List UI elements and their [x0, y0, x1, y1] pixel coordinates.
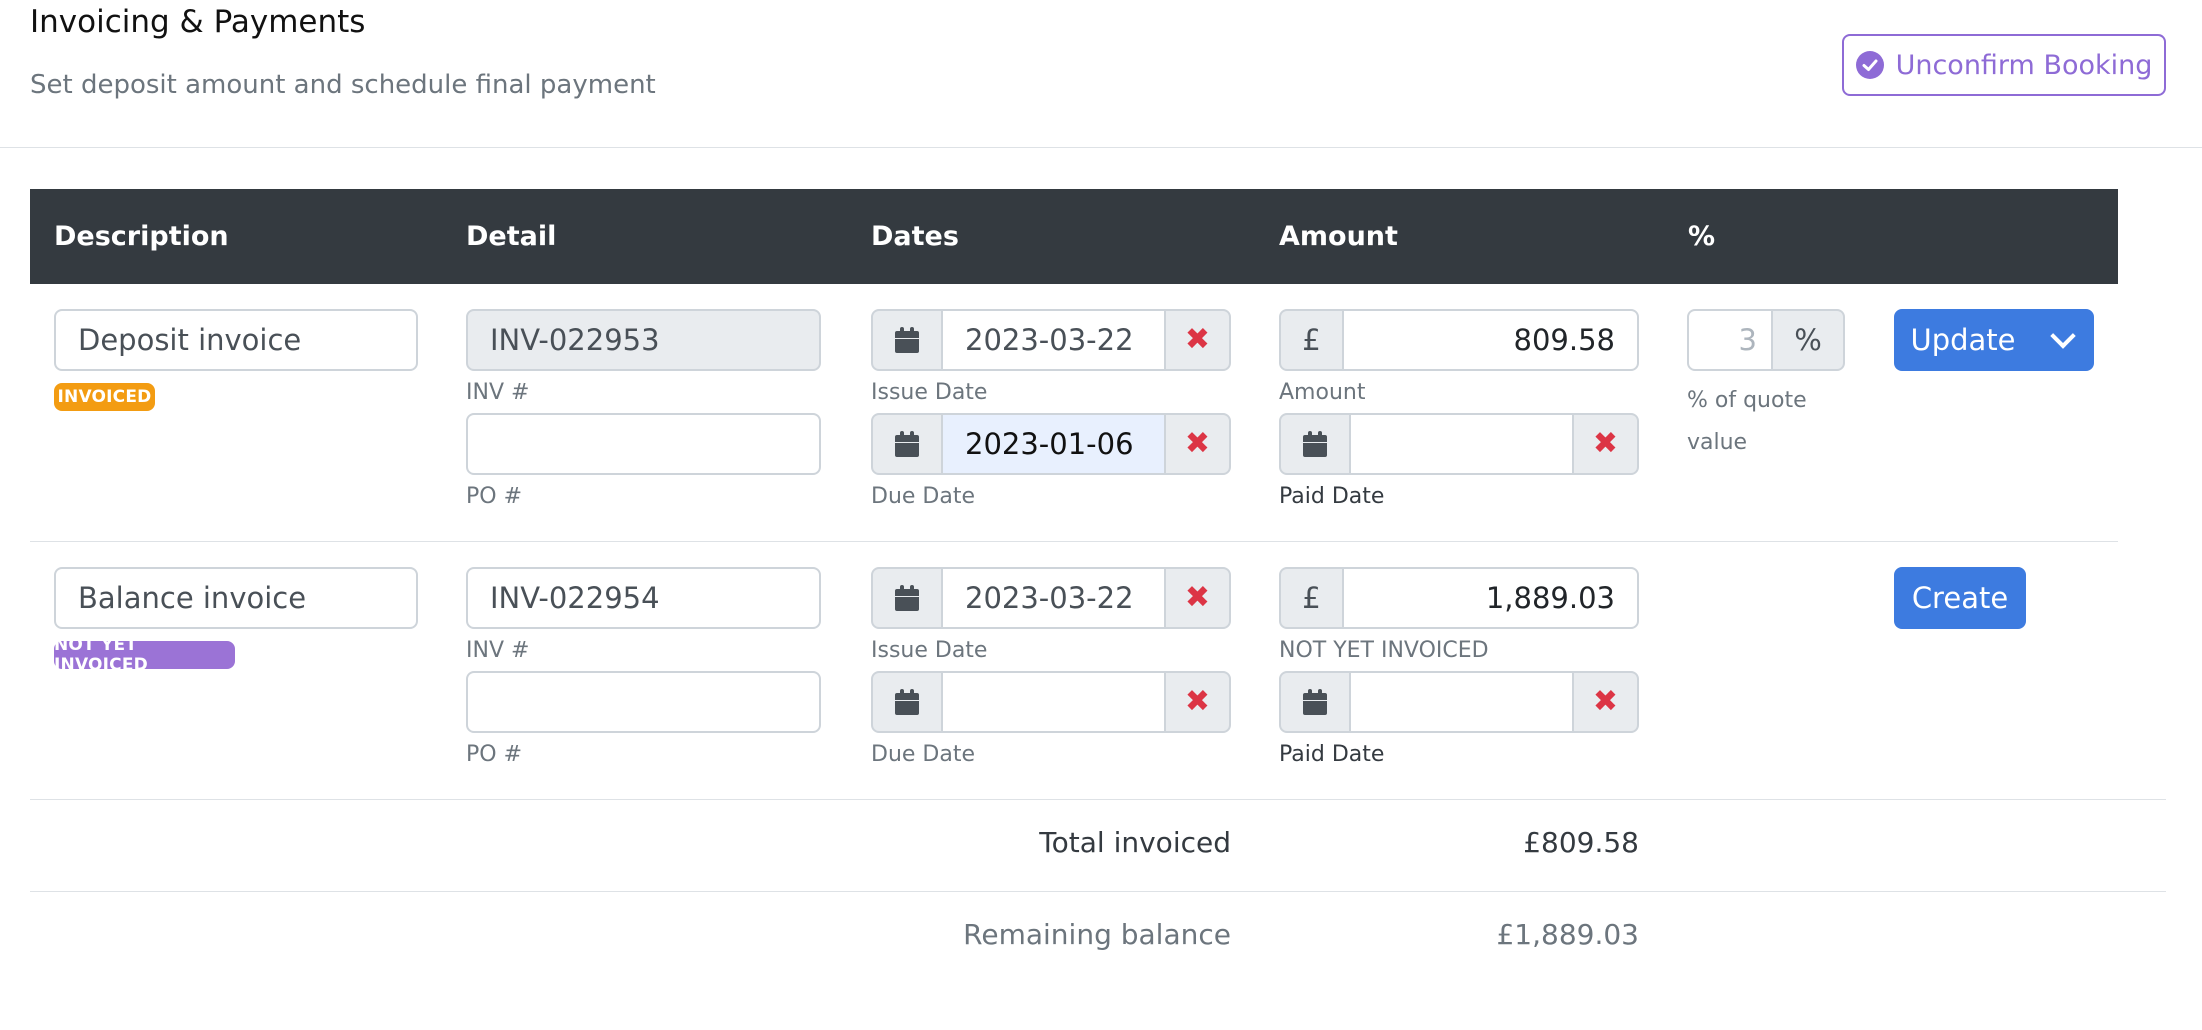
header-divider [0, 147, 2202, 148]
update-button[interactable]: Update [1894, 309, 2032, 371]
inv-number-label: INV # [466, 638, 530, 663]
clear-x-icon: ✖ [1184, 684, 1211, 719]
summary-divider [30, 891, 2166, 892]
issue-date-label: Issue Date [871, 380, 988, 405]
calendar-icon [895, 327, 919, 353]
status-badge: NOT YET INVOICED [54, 635, 235, 675]
currency-addon: £ [1279, 309, 1344, 371]
amount-input[interactable]: 809.58 [1342, 309, 1639, 371]
paid-date-calendar-button[interactable] [1279, 413, 1351, 475]
due-date-calendar-button[interactable] [871, 413, 943, 475]
percent-input[interactable]: 3 [1687, 309, 1773, 371]
po-number-label: PO # [466, 484, 523, 509]
paid-date-label: Paid Date [1279, 742, 1385, 767]
due-date-calendar-button[interactable] [871, 671, 943, 733]
page-subtitle: Set deposit amount and schedule final pa… [30, 70, 656, 100]
column-header-dates: Dates [871, 221, 959, 252]
due-date-clear-button[interactable]: ✖ [1164, 413, 1231, 475]
po-number-input[interactable] [466, 413, 821, 475]
column-header-description: Description [54, 221, 229, 252]
create-button[interactable]: Create [1894, 567, 2026, 629]
check-circle-icon [1855, 51, 1884, 79]
amount-label: Amount [1279, 380, 1366, 405]
clear-x-icon: ✖ [1592, 684, 1619, 719]
table-header: Description Detail Dates Amount % [30, 189, 2118, 284]
due-date-input[interactable]: 2023-01-06 [943, 413, 1164, 475]
due-date-label: Due Date [871, 484, 975, 509]
issue-date-input[interactable]: 2023-03-22 [943, 567, 1164, 629]
calendar-icon [1303, 689, 1327, 715]
percent-label: % of quote value [1687, 388, 1807, 455]
issue-date-calendar-button[interactable] [871, 309, 943, 371]
inv-number-input[interactable]: INV-022953 [466, 309, 821, 371]
calendar-icon [895, 585, 919, 611]
column-header-detail: Detail [466, 221, 557, 252]
row-divider [30, 799, 2166, 800]
paid-date-input[interactable] [1351, 671, 1572, 733]
po-number-input[interactable] [466, 671, 821, 733]
paid-date-input[interactable] [1351, 413, 1572, 475]
remaining-balance-value: £1,889.03 [1496, 918, 1639, 951]
calendar-icon [1303, 431, 1327, 457]
row-divider [30, 541, 2118, 542]
paid-date-clear-button[interactable]: ✖ [1572, 671, 1639, 733]
unconfirm-booking-button[interactable]: Unconfirm Booking [1842, 34, 2166, 96]
description-input[interactable]: Deposit invoice [54, 309, 418, 371]
column-header-percent: % [1688, 221, 1716, 252]
update-dropdown-toggle[interactable] [2032, 309, 2094, 371]
percent-addon: % [1771, 309, 1845, 371]
page-title: Invoicing & Payments [30, 4, 366, 40]
currency-addon: £ [1279, 567, 1344, 629]
po-number-label: PO # [466, 742, 523, 767]
column-header-amount: Amount [1279, 221, 1398, 252]
due-date-label: Due Date [871, 742, 975, 767]
inv-number-label: INV # [466, 380, 530, 405]
due-date-input[interactable] [943, 671, 1164, 733]
calendar-icon [895, 689, 919, 715]
paid-date-clear-button[interactable]: ✖ [1572, 413, 1639, 475]
status-badge: INVOICED [54, 383, 155, 411]
update-button-group: Update [1894, 309, 2094, 371]
calendar-icon [895, 431, 919, 457]
remaining-balance-label: Remaining balance [963, 918, 1231, 951]
paid-date-label: Paid Date [1279, 484, 1385, 509]
issue-date-input[interactable]: 2023-03-22 [943, 309, 1164, 371]
inv-number-input[interactable]: INV-022954 [466, 567, 821, 629]
issue-date-calendar-button[interactable] [871, 567, 943, 629]
unconfirm-booking-label: Unconfirm Booking [1895, 49, 2153, 81]
due-date-clear-button[interactable]: ✖ [1164, 671, 1231, 733]
chevron-down-icon [2050, 323, 2076, 349]
issue-date-clear-button[interactable]: ✖ [1164, 567, 1231, 629]
paid-date-calendar-button[interactable] [1279, 671, 1351, 733]
clear-x-icon: ✖ [1184, 580, 1211, 615]
clear-x-icon: ✖ [1184, 426, 1211, 461]
issue-date-clear-button[interactable]: ✖ [1164, 309, 1231, 371]
total-invoiced-label: Total invoiced [1039, 826, 1231, 859]
amount-input[interactable]: 1,889.03 [1342, 567, 1639, 629]
description-input[interactable]: Balance invoice [54, 567, 418, 629]
clear-x-icon: ✖ [1184, 322, 1211, 357]
amount-label: NOT YET INVOICED [1279, 638, 1489, 663]
total-invoiced-value: £809.58 [1523, 826, 1639, 859]
clear-x-icon: ✖ [1592, 426, 1619, 461]
issue-date-label: Issue Date [871, 638, 988, 663]
